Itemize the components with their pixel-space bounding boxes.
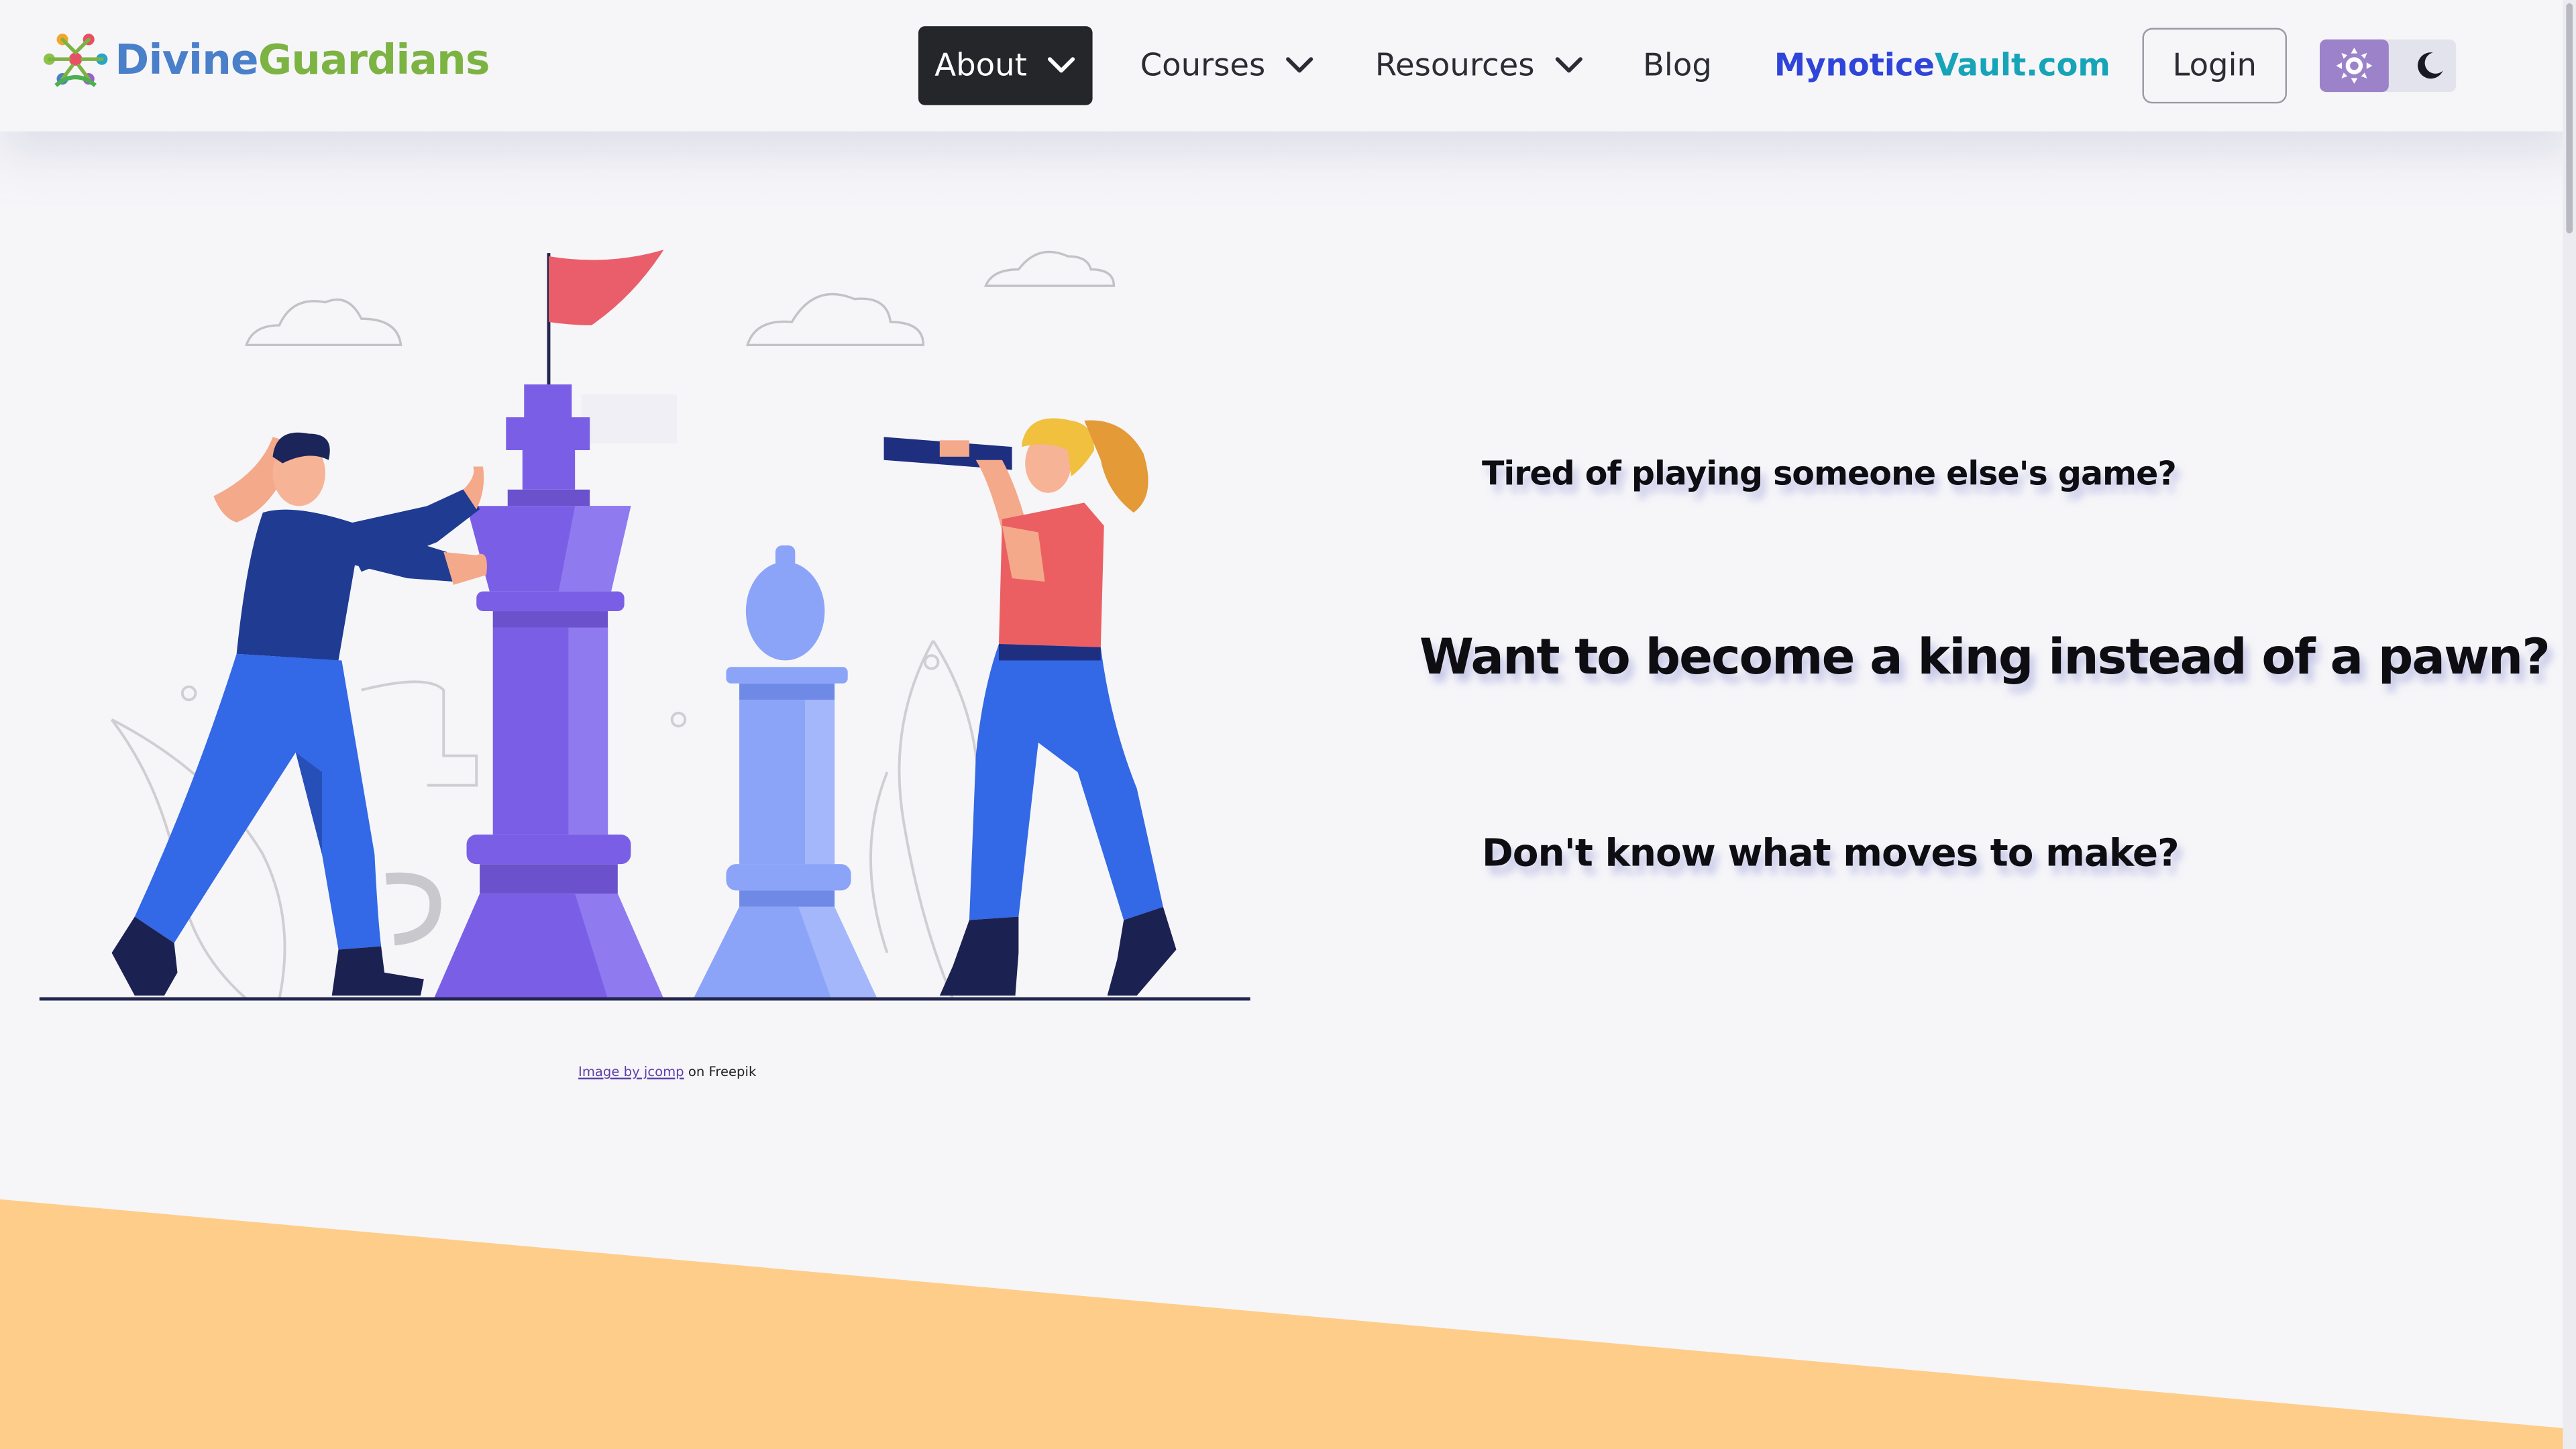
- nav-vault-label-part2: Vault.com: [1935, 48, 2110, 84]
- moon-icon: [2416, 52, 2443, 79]
- nav-resources-dropdown[interactable]: Resources: [1375, 26, 1584, 105]
- chevron-down-icon: [1048, 57, 1075, 73]
- flag-shadow: [581, 394, 677, 444]
- top-navbar: DivineGuardians About Courses Resources …: [0, 0, 2576, 131]
- king-piece: [433, 384, 664, 999]
- nav-vault-link[interactable]: Mynotice Vault.com: [1774, 26, 2110, 105]
- login-button-label: Login: [2172, 48, 2257, 84]
- light-theme-button[interactable]: [2319, 39, 2389, 93]
- cloud-icon: [244, 250, 1116, 347]
- nav-resources-label: Resources: [1375, 48, 1535, 84]
- image-credit-suffix: on Freepik: [684, 1064, 757, 1079]
- nav-courses-dropdown[interactable]: Courses: [1140, 26, 1315, 105]
- bishop-piece: [693, 545, 877, 999]
- tagline-question-1: Tired of playing someone else's game?: [1481, 453, 2177, 493]
- brand-logo[interactable]: DivineGuardians: [40, 23, 490, 95]
- brand-name-part2: Guardians: [258, 35, 490, 83]
- chess-illustration: [39, 250, 1250, 1001]
- nav-about-dropdown[interactable]: About: [918, 26, 1093, 105]
- nav-courses-label: Courses: [1140, 48, 1266, 84]
- accent-wave: [0, 1199, 2576, 1449]
- chevron-down-icon: [1555, 57, 1582, 73]
- page: DivineGuardians About Courses Resources …: [0, 0, 2576, 1449]
- theme-toggle: [2319, 39, 2457, 93]
- page-scrollbar[interactable]: [2563, 0, 2576, 1449]
- nav-vault-label-part1: Mynotice: [1774, 48, 1935, 84]
- sun-icon: [2336, 48, 2373, 84]
- decorative-swirl: [385, 872, 441, 946]
- nav-about-label: About: [934, 48, 1027, 84]
- flag-icon: [548, 250, 664, 325]
- nav-blog-link[interactable]: Blog: [1643, 26, 1712, 105]
- woman-character: [883, 418, 1177, 996]
- image-credit-link[interactable]: Image by jcomp: [578, 1065, 684, 1079]
- login-button[interactable]: Login: [2142, 28, 2288, 104]
- brand-name: DivineGuardians: [115, 35, 490, 83]
- dark-theme-button[interactable]: [2402, 40, 2456, 92]
- tagline-question-2: Want to become a king instead of a pawn?: [1419, 629, 2551, 687]
- tagline-question-3: Don't know what moves to make?: [1481, 833, 2180, 876]
- brand-emblem-icon: [43, 34, 108, 87]
- scrollbar-thumb[interactable]: [2566, 3, 2573, 233]
- image-credit: Image by jcomp on Freepik: [578, 1065, 756, 1079]
- chevron-down-icon: [1286, 57, 1313, 73]
- nav-blog-label: Blog: [1643, 48, 1712, 84]
- brand-name-part1: Divine: [115, 35, 258, 83]
